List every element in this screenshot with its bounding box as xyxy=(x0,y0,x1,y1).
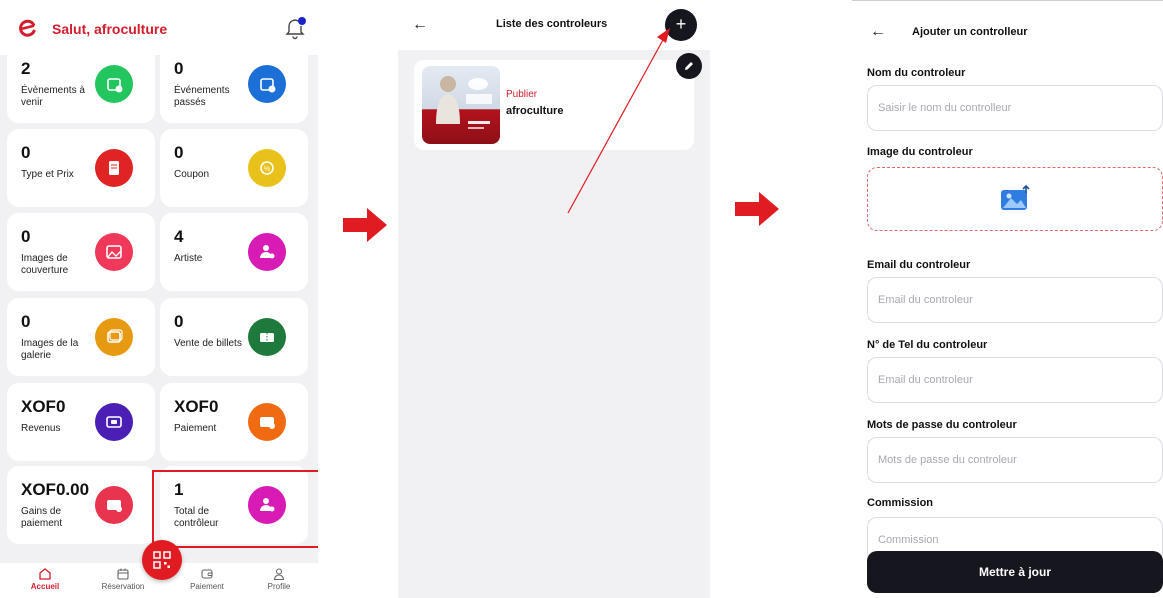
stat-value: XOF0 xyxy=(174,397,219,416)
stat-value: 0 xyxy=(174,312,184,331)
nav-label: Réservation xyxy=(101,582,145,591)
calendar-icon xyxy=(117,568,129,580)
stat-label: Événements passés xyxy=(174,85,230,108)
nav-label: Accueil xyxy=(30,582,60,591)
greeting-text: Salut, afroculture xyxy=(52,21,168,37)
stat-value: 0 xyxy=(174,59,184,78)
phone-input[interactable] xyxy=(867,357,1163,403)
nav-label: Paiement xyxy=(190,582,224,591)
earnings-icon xyxy=(95,486,133,524)
annotation-pointer-line xyxy=(567,28,670,214)
update-button-label: Mettre à jour xyxy=(978,565,1051,579)
image-upload-area[interactable] xyxy=(867,167,1163,231)
stat-card[interactable]: XOF0 Revenus xyxy=(7,383,155,461)
stat-value: 0 xyxy=(174,143,184,162)
receipt-icon xyxy=(95,149,133,187)
name-label: Nom du controleur xyxy=(867,67,966,79)
ticket-icon xyxy=(248,318,286,356)
app-logo-icon xyxy=(19,19,36,37)
stat-label: Coupon xyxy=(174,169,210,180)
calendar-clock-icon xyxy=(95,65,133,103)
stat-value: 0 xyxy=(21,143,31,162)
stat-label: Gains de paiement xyxy=(21,506,63,529)
stat-value: 2 xyxy=(21,59,31,78)
stat-card[interactable]: 0 Images de couverture xyxy=(7,213,155,291)
password-label: Mots de passe du controleur xyxy=(867,419,1017,431)
stat-value: XOF0 xyxy=(21,397,66,416)
stat-card[interactable]: 4 Artiste xyxy=(160,213,308,291)
wallet-icon xyxy=(201,569,213,579)
dashboard-screen: Salut, afroculture 2 Évènements à venir 0 É… xyxy=(0,0,318,598)
password-input[interactable] xyxy=(867,437,1163,483)
stat-label: Type et Prix xyxy=(21,169,74,180)
artist-icon xyxy=(248,233,286,271)
stat-value: XOF0.00 xyxy=(21,480,90,499)
update-button[interactable]: Mettre à jour xyxy=(867,551,1163,593)
image-upload-icon xyxy=(1001,185,1030,210)
flow-arrow-icon xyxy=(735,192,779,226)
wallet-icon xyxy=(95,403,133,441)
qr-code-icon xyxy=(153,551,171,569)
email-input[interactable] xyxy=(867,277,1163,323)
stat-card[interactable]: 0 Images de la galerie xyxy=(7,298,155,376)
stat-label: Images de couverture xyxy=(21,253,69,276)
flow-arrow-icon xyxy=(343,208,387,242)
name-input[interactable] xyxy=(867,85,1163,131)
back-arrow-icon[interactable]: ← xyxy=(870,23,886,41)
notification-bell-icon[interactable] xyxy=(284,16,306,40)
stat-label: Images de la galerie xyxy=(21,338,79,361)
stat-value: 0 xyxy=(21,312,31,331)
qr-scan-button[interactable] xyxy=(142,540,182,580)
stat-card[interactable]: 0 Événements passés xyxy=(160,45,308,123)
stat-value: 0 xyxy=(21,227,31,246)
stat-card[interactable]: 0 Coupon% xyxy=(160,129,308,207)
user-icon xyxy=(273,568,285,581)
stat-label: Évènements à venir xyxy=(21,85,85,108)
calendar-check-icon xyxy=(248,65,286,103)
stat-value: 4 xyxy=(174,227,184,246)
nav-item-profile[interactable]: Profile xyxy=(244,567,314,591)
stat-card[interactable]: XOF0 Paiement xyxy=(160,383,308,461)
highlight-annotation xyxy=(152,470,318,548)
stat-label: Paiement xyxy=(174,423,217,434)
coupon-icon: % xyxy=(248,149,286,187)
image-icon xyxy=(95,233,133,271)
nav-item-accueil[interactable]: Accueil xyxy=(10,567,80,591)
stat-card[interactable]: XOF0.00 Gains de paiement xyxy=(7,466,155,544)
phone-label: N° de Tel du controleur xyxy=(867,339,988,351)
stat-label: Artiste xyxy=(174,253,203,264)
payment-icon xyxy=(248,403,286,441)
stat-label: Vente de billets xyxy=(174,338,242,349)
form-title: Ajouter un controlleur xyxy=(912,26,1028,38)
stat-card[interactable]: 2 Évènements à venir xyxy=(7,45,155,123)
gallery-icon xyxy=(95,318,133,356)
stat-card[interactable]: 0 Type et Prix xyxy=(7,129,155,207)
home-icon xyxy=(39,568,51,580)
stat-card[interactable]: 0 Vente de billets xyxy=(160,298,308,376)
commission-label: Commission xyxy=(867,497,934,509)
image-label: Image du controleur xyxy=(867,146,973,158)
nav-label: Profile xyxy=(267,582,291,591)
email-label: Email du controleur xyxy=(867,259,971,271)
nav-item-paiement[interactable]: Paiement xyxy=(172,567,242,591)
add-controller-screen: ← Ajouter un controlleur Nom du controle… xyxy=(852,0,1163,598)
svg-text:%: % xyxy=(264,166,270,173)
stat-label: Revenus xyxy=(21,423,61,434)
